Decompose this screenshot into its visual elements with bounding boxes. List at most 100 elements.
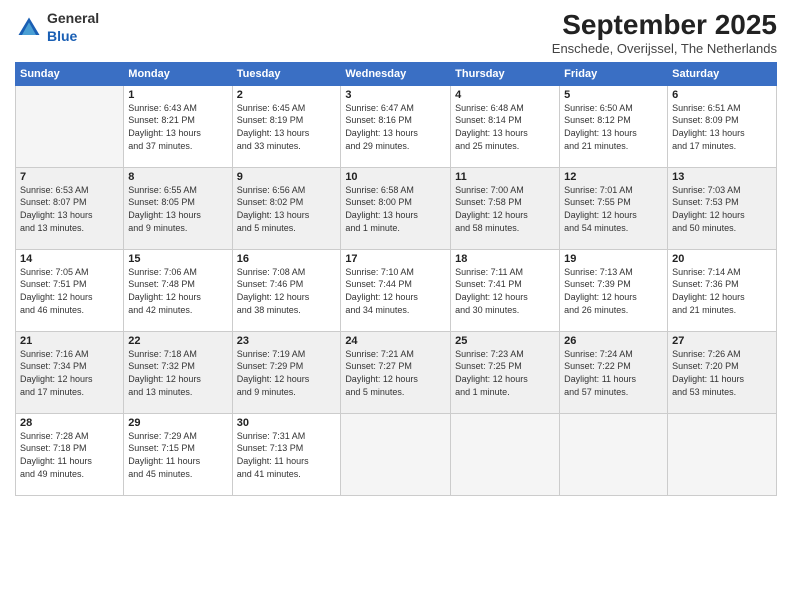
day-info: Sunrise: 6:47 AM Sunset: 8:16 PM Dayligh… <box>345 102 446 152</box>
day-info: Sunrise: 7:14 AM Sunset: 7:36 PM Dayligh… <box>672 266 772 316</box>
logo-icon <box>15 14 43 42</box>
header: General Blue September 2025 Enschede, Ov… <box>15 10 777 56</box>
day-number: 21 <box>20 335 119 347</box>
day-number: 11 <box>455 171 555 183</box>
table-row: 13Sunrise: 7:03 AM Sunset: 7:53 PM Dayli… <box>668 167 777 249</box>
table-row: 25Sunrise: 7:23 AM Sunset: 7:25 PM Dayli… <box>451 331 560 413</box>
table-row: 17Sunrise: 7:10 AM Sunset: 7:44 PM Dayli… <box>341 249 451 331</box>
header-monday: Monday <box>124 62 232 85</box>
logo-blue: Blue <box>47 28 99 46</box>
day-info: Sunrise: 7:28 AM Sunset: 7:18 PM Dayligh… <box>20 430 119 480</box>
day-number: 30 <box>237 417 337 429</box>
day-number: 6 <box>672 89 772 101</box>
table-row: 29Sunrise: 7:29 AM Sunset: 7:15 PM Dayli… <box>124 413 232 495</box>
day-number: 16 <box>237 253 337 265</box>
table-row: 23Sunrise: 7:19 AM Sunset: 7:29 PM Dayli… <box>232 331 341 413</box>
day-number: 10 <box>345 171 446 183</box>
day-info: Sunrise: 7:10 AM Sunset: 7:44 PM Dayligh… <box>345 266 446 316</box>
day-info: Sunrise: 6:48 AM Sunset: 8:14 PM Dayligh… <box>455 102 555 152</box>
month-title: September 2025 <box>552 10 777 41</box>
day-number: 14 <box>20 253 119 265</box>
table-row: 19Sunrise: 7:13 AM Sunset: 7:39 PM Dayli… <box>560 249 668 331</box>
day-number: 22 <box>128 335 227 347</box>
day-info: Sunrise: 7:23 AM Sunset: 7:25 PM Dayligh… <box>455 348 555 398</box>
day-info: Sunrise: 6:55 AM Sunset: 8:05 PM Dayligh… <box>128 184 227 234</box>
table-row: 10Sunrise: 6:58 AM Sunset: 8:00 PM Dayli… <box>341 167 451 249</box>
day-info: Sunrise: 7:16 AM Sunset: 7:34 PM Dayligh… <box>20 348 119 398</box>
day-number: 4 <box>455 89 555 101</box>
calendar-table: Sunday Monday Tuesday Wednesday Thursday… <box>15 62 777 496</box>
day-number: 24 <box>345 335 446 347</box>
header-tuesday: Tuesday <box>232 62 341 85</box>
day-info: Sunrise: 7:00 AM Sunset: 7:58 PM Dayligh… <box>455 184 555 234</box>
day-info: Sunrise: 6:53 AM Sunset: 8:07 PM Dayligh… <box>20 184 119 234</box>
table-row: 27Sunrise: 7:26 AM Sunset: 7:20 PM Dayli… <box>668 331 777 413</box>
table-row: 28Sunrise: 7:28 AM Sunset: 7:18 PM Dayli… <box>16 413 124 495</box>
header-saturday: Saturday <box>668 62 777 85</box>
day-info: Sunrise: 6:56 AM Sunset: 8:02 PM Dayligh… <box>237 184 337 234</box>
table-row <box>560 413 668 495</box>
day-number: 3 <box>345 89 446 101</box>
day-info: Sunrise: 7:18 AM Sunset: 7:32 PM Dayligh… <box>128 348 227 398</box>
day-number: 29 <box>128 417 227 429</box>
table-row: 26Sunrise: 7:24 AM Sunset: 7:22 PM Dayli… <box>560 331 668 413</box>
table-row <box>451 413 560 495</box>
table-row: 8Sunrise: 6:55 AM Sunset: 8:05 PM Daylig… <box>124 167 232 249</box>
day-number: 25 <box>455 335 555 347</box>
day-number: 1 <box>128 89 227 101</box>
day-info: Sunrise: 7:08 AM Sunset: 7:46 PM Dayligh… <box>237 266 337 316</box>
page-container: General Blue September 2025 Enschede, Ov… <box>0 0 792 506</box>
day-number: 19 <box>564 253 663 265</box>
day-info: Sunrise: 7:24 AM Sunset: 7:22 PM Dayligh… <box>564 348 663 398</box>
day-info: Sunrise: 7:31 AM Sunset: 7:13 PM Dayligh… <box>237 430 337 480</box>
day-info: Sunrise: 6:50 AM Sunset: 8:12 PM Dayligh… <box>564 102 663 152</box>
day-number: 17 <box>345 253 446 265</box>
table-row: 6Sunrise: 6:51 AM Sunset: 8:09 PM Daylig… <box>668 85 777 167</box>
logo-general: General <box>47 10 99 28</box>
table-row: 24Sunrise: 7:21 AM Sunset: 7:27 PM Dayli… <box>341 331 451 413</box>
table-row <box>16 85 124 167</box>
day-info: Sunrise: 7:03 AM Sunset: 7:53 PM Dayligh… <box>672 184 772 234</box>
day-info: Sunrise: 7:13 AM Sunset: 7:39 PM Dayligh… <box>564 266 663 316</box>
day-number: 8 <box>128 171 227 183</box>
location-title: Enschede, Overijssel, The Netherlands <box>552 41 777 56</box>
table-row: 9Sunrise: 6:56 AM Sunset: 8:02 PM Daylig… <box>232 167 341 249</box>
day-info: Sunrise: 7:29 AM Sunset: 7:15 PM Dayligh… <box>128 430 227 480</box>
header-friday: Friday <box>560 62 668 85</box>
table-row: 11Sunrise: 7:00 AM Sunset: 7:58 PM Dayli… <box>451 167 560 249</box>
day-info: Sunrise: 6:45 AM Sunset: 8:19 PM Dayligh… <box>237 102 337 152</box>
day-number: 28 <box>20 417 119 429</box>
day-info: Sunrise: 6:43 AM Sunset: 8:21 PM Dayligh… <box>128 102 227 152</box>
calendar-week-row: 28Sunrise: 7:28 AM Sunset: 7:18 PM Dayli… <box>16 413 777 495</box>
day-info: Sunrise: 7:01 AM Sunset: 7:55 PM Dayligh… <box>564 184 663 234</box>
logo: General Blue <box>15 10 99 46</box>
day-info: Sunrise: 7:05 AM Sunset: 7:51 PM Dayligh… <box>20 266 119 316</box>
table-row: 1Sunrise: 6:43 AM Sunset: 8:21 PM Daylig… <box>124 85 232 167</box>
header-thursday: Thursday <box>451 62 560 85</box>
day-number: 2 <box>237 89 337 101</box>
table-row <box>668 413 777 495</box>
table-row: 16Sunrise: 7:08 AM Sunset: 7:46 PM Dayli… <box>232 249 341 331</box>
day-info: Sunrise: 6:58 AM Sunset: 8:00 PM Dayligh… <box>345 184 446 234</box>
table-row: 15Sunrise: 7:06 AM Sunset: 7:48 PM Dayli… <box>124 249 232 331</box>
table-row: 18Sunrise: 7:11 AM Sunset: 7:41 PM Dayli… <box>451 249 560 331</box>
header-sunday: Sunday <box>16 62 124 85</box>
day-number: 5 <box>564 89 663 101</box>
calendar-header-row: Sunday Monday Tuesday Wednesday Thursday… <box>16 62 777 85</box>
calendar-week-row: 21Sunrise: 7:16 AM Sunset: 7:34 PM Dayli… <box>16 331 777 413</box>
day-number: 7 <box>20 171 119 183</box>
table-row: 7Sunrise: 6:53 AM Sunset: 8:07 PM Daylig… <box>16 167 124 249</box>
table-row: 3Sunrise: 6:47 AM Sunset: 8:16 PM Daylig… <box>341 85 451 167</box>
day-number: 26 <box>564 335 663 347</box>
calendar-week-row: 1Sunrise: 6:43 AM Sunset: 8:21 PM Daylig… <box>16 85 777 167</box>
day-info: Sunrise: 6:51 AM Sunset: 8:09 PM Dayligh… <box>672 102 772 152</box>
day-number: 20 <box>672 253 772 265</box>
calendar-week-row: 14Sunrise: 7:05 AM Sunset: 7:51 PM Dayli… <box>16 249 777 331</box>
day-info: Sunrise: 7:19 AM Sunset: 7:29 PM Dayligh… <box>237 348 337 398</box>
day-info: Sunrise: 7:06 AM Sunset: 7:48 PM Dayligh… <box>128 266 227 316</box>
table-row: 5Sunrise: 6:50 AM Sunset: 8:12 PM Daylig… <box>560 85 668 167</box>
table-row: 12Sunrise: 7:01 AM Sunset: 7:55 PM Dayli… <box>560 167 668 249</box>
table-row: 14Sunrise: 7:05 AM Sunset: 7:51 PM Dayli… <box>16 249 124 331</box>
day-info: Sunrise: 7:21 AM Sunset: 7:27 PM Dayligh… <box>345 348 446 398</box>
calendar-week-row: 7Sunrise: 6:53 AM Sunset: 8:07 PM Daylig… <box>16 167 777 249</box>
